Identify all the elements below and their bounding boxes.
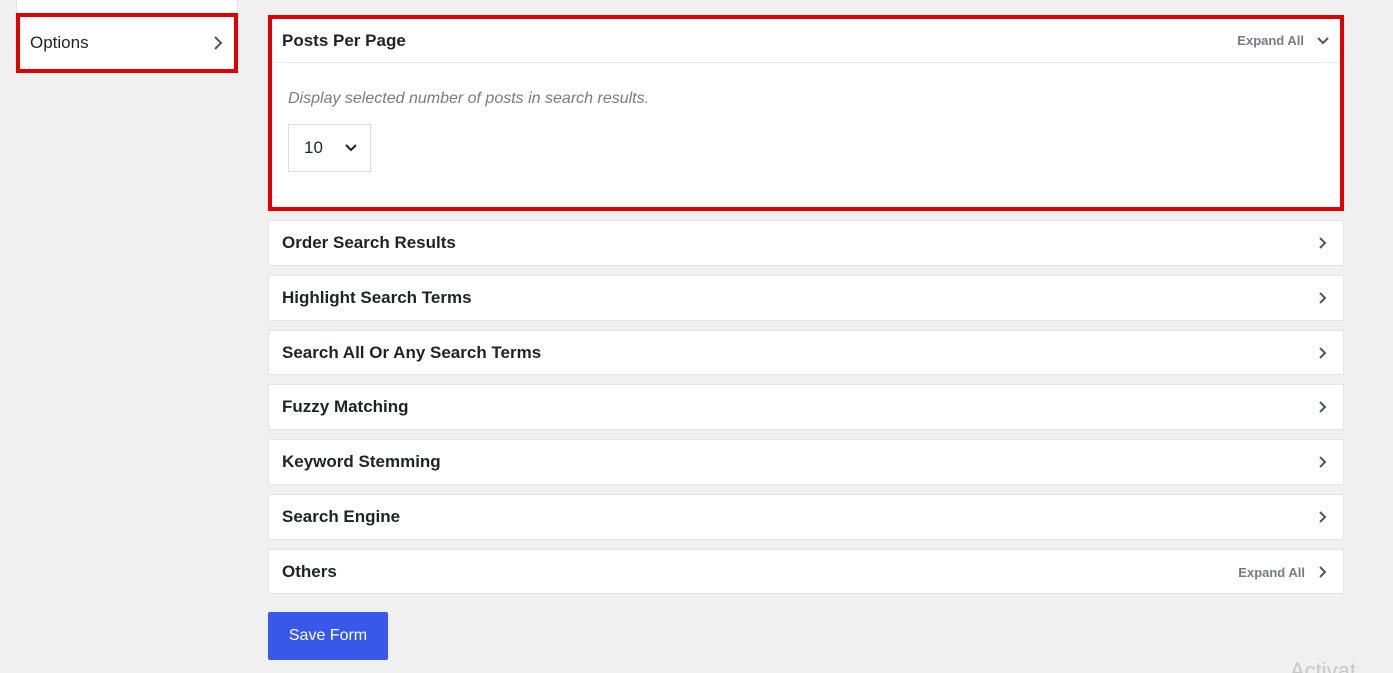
chevron-right-icon[interactable]: [1317, 236, 1329, 250]
panel-description: Display selected number of posts in sear…: [288, 90, 650, 107]
save-form-button[interactable]: Save Form: [268, 612, 388, 660]
panel-header-search-engine[interactable]: Search Engine: [269, 495, 1343, 539]
posts-per-page-select[interactable]: 10: [288, 124, 371, 172]
panel-header-fuzzy-matching[interactable]: Fuzzy Matching: [269, 385, 1343, 429]
chevron-right-icon[interactable]: [1317, 455, 1329, 469]
expand-all-link[interactable]: Expand All: [1238, 565, 1305, 580]
panel-header-order-search-results[interactable]: Order Search Results: [269, 221, 1343, 265]
expand-all-link[interactable]: Expand All: [1237, 33, 1304, 48]
panel-header-posts-per-page[interactable]: Posts Per Page Expand All: [272, 19, 1340, 63]
chevron-right-icon[interactable]: [1317, 510, 1329, 524]
sidenav-top-edge: [16, 0, 238, 14]
sidenav-item-options[interactable]: Options: [16, 13, 238, 73]
panel-others: Others Expand All: [268, 549, 1344, 594]
panel-title: Highlight Search Terms: [282, 288, 472, 307]
chevron-right-icon: [212, 35, 224, 51]
chevron-down-icon[interactable]: [1316, 35, 1330, 47]
panel-posts-per-page: Posts Per Page Expand All Display select…: [268, 15, 1344, 211]
panel-title: Search All Or Any Search Terms: [282, 343, 542, 362]
panel-highlight-search-terms: Highlight Search Terms: [268, 275, 1344, 321]
panel-body: Display selected number of posts in sear…: [272, 63, 1340, 198]
panel-title: Others: [282, 562, 337, 581]
settings-page: Options Posts Per Page Expand All Displa…: [0, 0, 1393, 673]
panel-order-search-results: Order Search Results: [268, 220, 1344, 266]
panel-title: Keyword Stemming: [282, 452, 441, 471]
chevron-down-icon: [344, 142, 358, 154]
panel-search-engine: Search Engine: [268, 494, 1344, 540]
panel-header-search-all-or-any[interactable]: Search All Or Any Search Terms: [269, 331, 1343, 375]
panel-fuzzy-matching: Fuzzy Matching: [268, 384, 1344, 430]
chevron-right-icon[interactable]: [1317, 346, 1329, 360]
activation-watermark: Activat: [1290, 658, 1357, 673]
chevron-right-icon[interactable]: [1317, 400, 1329, 414]
panel-header-others[interactable]: Others Expand All: [269, 550, 1343, 594]
select-value: 10: [304, 138, 323, 157]
panel-header-keyword-stemming[interactable]: Keyword Stemming: [269, 440, 1343, 484]
panel-search-all-or-any: Search All Or Any Search Terms: [268, 330, 1344, 375]
panel-header-highlight-search-terms[interactable]: Highlight Search Terms: [269, 276, 1343, 320]
panel-keyword-stemming: Keyword Stemming: [268, 439, 1344, 485]
panel-title: Fuzzy Matching: [282, 397, 409, 416]
panel-title: Order Search Results: [282, 233, 456, 252]
chevron-right-icon[interactable]: [1317, 291, 1329, 305]
panel-title: Posts Per Page: [282, 30, 406, 50]
chevron-right-icon[interactable]: [1317, 565, 1329, 579]
panel-title: Search Engine: [282, 507, 401, 526]
sidenav-item-label: Options: [30, 33, 89, 52]
